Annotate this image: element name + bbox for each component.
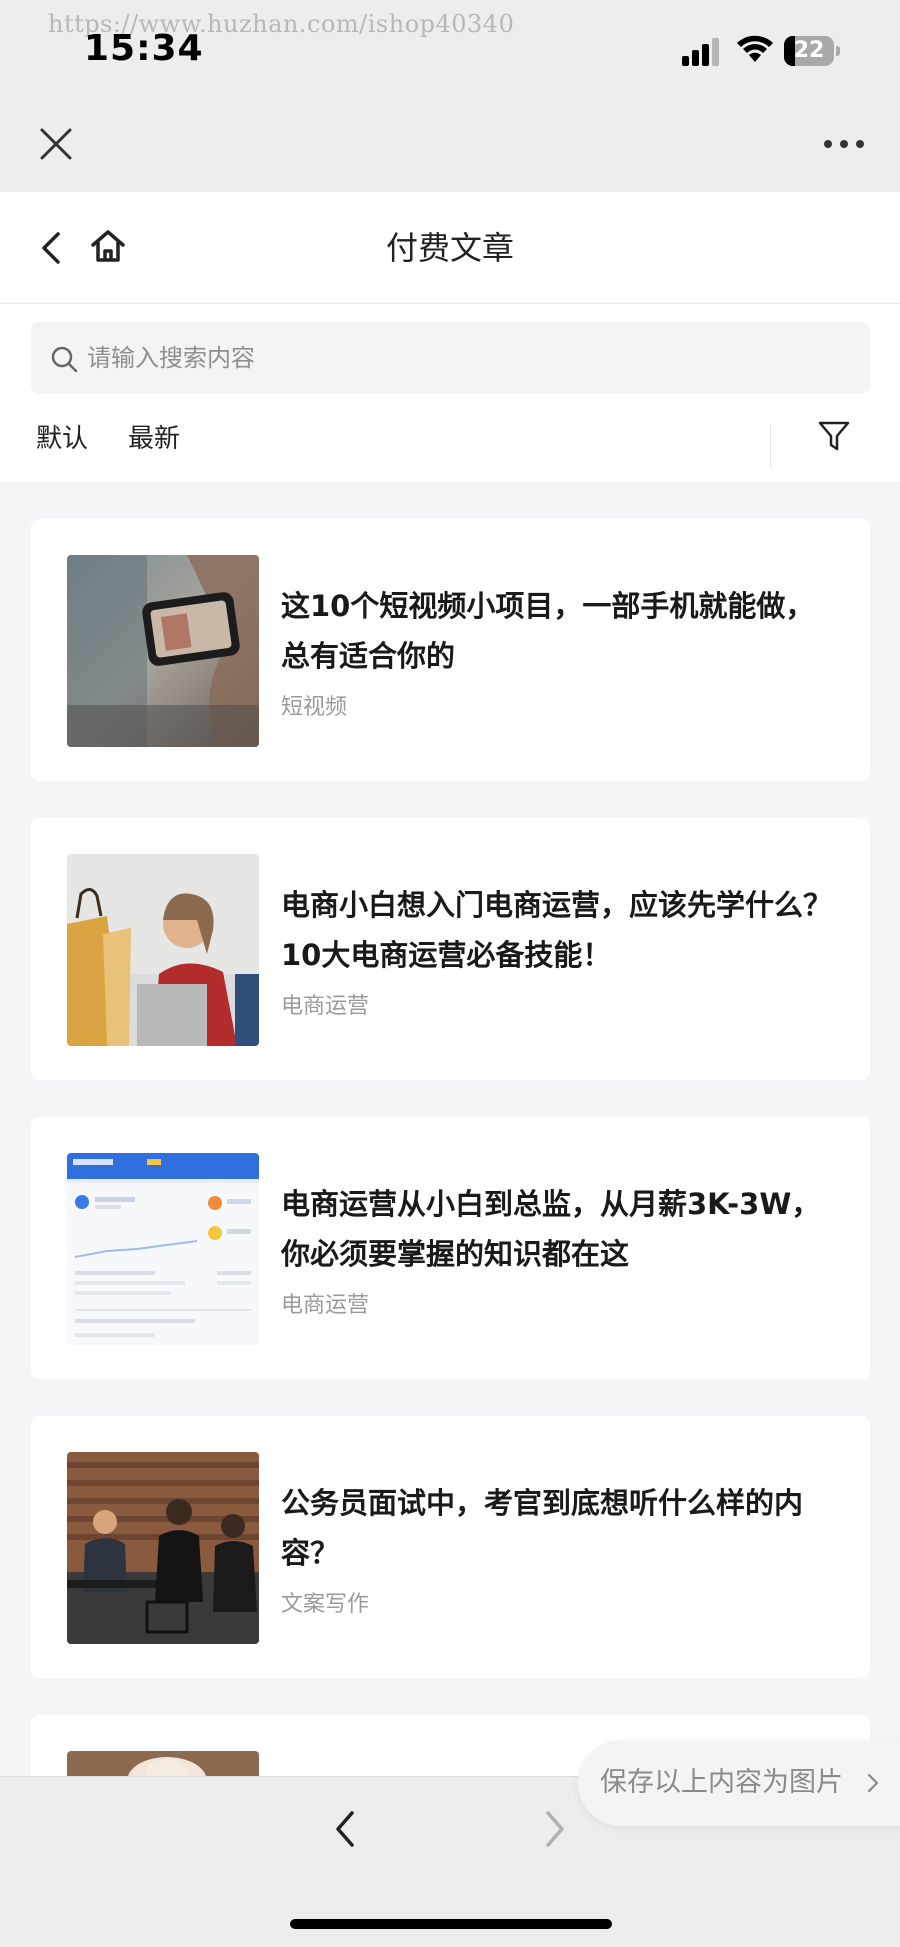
filter-icon[interactable] <box>816 418 852 454</box>
battery-level: 22 <box>793 38 825 63</box>
article-thumbnail <box>67 854 259 1046</box>
wifi-icon <box>737 35 773 62</box>
divider <box>770 424 771 468</box>
article-title: 电商运营从小白到总监，从月薪3K-3W，你必须要掌握的知识都在这 <box>281 1187 821 1271</box>
search-icon <box>51 346 78 373</box>
more-icon[interactable] <box>820 132 868 156</box>
article-thumbnail <box>67 1452 259 1644</box>
article-thumbnail <box>67 555 259 747</box>
navigation-bar: 付费文章 <box>0 192 900 304</box>
article-category: 电商运营 <box>281 994 370 1019</box>
search-area <box>0 304 900 396</box>
status-bar: https://www.huzhan.com/ishop40340 15:34 … <box>0 0 900 100</box>
article-category: 电商运营 <box>281 1293 370 1318</box>
home-icon[interactable] <box>88 226 128 266</box>
article-thumbnail <box>67 1153 259 1345</box>
sort-tab-default[interactable]: 默认 <box>36 418 88 455</box>
article-card[interactable]: 公务员面试中，考官到底想听什么样的内容？ 文案写作 <box>31 1416 870 1678</box>
sort-bar: 默认 最新 <box>0 396 900 482</box>
home-indicator <box>290 1919 612 1929</box>
page-title: 付费文章 <box>385 229 514 267</box>
article-title: 这10个短视频小项目，一部手机就能做，总有适合你的 <box>281 589 815 673</box>
cellular-signal-icon <box>682 38 719 66</box>
save-as-image-label: 保存以上内容为图片 <box>600 1767 843 1798</box>
article-card[interactable]: 电商小白想入门电商运营，应该先学什么？10大电商运营必备技能！ 电商运营 <box>31 818 870 1080</box>
back-icon[interactable] <box>36 228 70 268</box>
article-category: 文案写作 <box>281 1592 370 1617</box>
chevron-left-icon[interactable] <box>330 1807 360 1851</box>
status-time: 15:34 <box>84 28 204 69</box>
search-input[interactable] <box>87 322 847 394</box>
article-category: 短视频 <box>281 695 348 720</box>
mini-program-bar <box>0 100 900 192</box>
battery-icon: 22 <box>784 36 840 66</box>
sort-tab-latest[interactable]: 最新 <box>128 418 180 455</box>
close-icon[interactable] <box>36 124 76 164</box>
search-box[interactable] <box>31 322 870 394</box>
article-card[interactable]: 这10个短视频小项目，一部手机就能做，总有适合你的 短视频 <box>31 519 870 781</box>
article-card[interactable]: 电商运营从小白到总监，从月薪3K-3W，你必须要掌握的知识都在这 电商运营 <box>31 1117 870 1379</box>
chevron-right-icon <box>546 1811 564 1847</box>
article-title: 电商小白想入门电商运营，应该先学什么？10大电商运营必备技能！ <box>281 888 833 972</box>
article-title: 公务员面试中，考官到底想听什么样的内容？ <box>281 1486 804 1570</box>
save-as-image-button[interactable]: 保存以上内容为图片 <box>578 1740 900 1826</box>
chevron-right-icon <box>867 1773 879 1793</box>
